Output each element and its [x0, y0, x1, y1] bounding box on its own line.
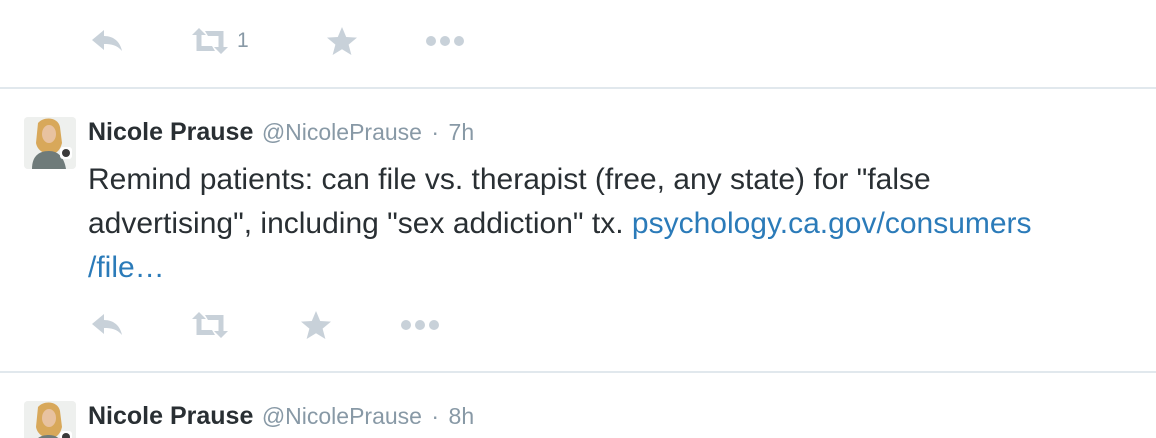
tweet-text-line: advertising", including "sex addiction" … — [88, 202, 1148, 246]
reply-button[interactable] — [90, 310, 124, 340]
tweet-actions — [0, 310, 600, 340]
tweet[interactable]: Nicole Prause @NicolePrause · 8h — [0, 373, 1156, 438]
avatar[interactable] — [24, 117, 76, 169]
retweet-button[interactable] — [190, 310, 230, 340]
favorite-icon — [327, 27, 357, 55]
tweet-link[interactable]: psychology.ca.gov/consumers — [632, 207, 1032, 240]
timeline: 1 Nicole Prause @NicolePrause · 7h Remin… — [0, 0, 1156, 438]
favorite-button[interactable] — [300, 310, 332, 340]
author-name[interactable]: Nicole Prause — [88, 118, 253, 146]
tweet-timestamp[interactable]: 7h — [449, 119, 475, 145]
more-button[interactable] — [425, 26, 465, 56]
more-icon — [401, 320, 439, 330]
tweet-header: Nicole Prause @NicolePrause · 8h — [88, 401, 474, 435]
more-button[interactable] — [400, 310, 440, 340]
tweet-text-segment: advertising", including "sex addiction" … — [88, 207, 632, 240]
tweet-text-line: Remind patients: can file vs. therapist … — [88, 163, 931, 196]
separator-dot: · — [431, 403, 440, 429]
author-name[interactable]: Nicole Prause — [88, 402, 253, 430]
retweet-icon — [192, 312, 228, 338]
tweet[interactable]: Nicole Prause @NicolePrause · 7h Remind … — [0, 89, 1156, 371]
retweet-count: 1 — [237, 29, 249, 52]
favorite-icon — [301, 311, 331, 339]
avatar-photo — [24, 401, 76, 438]
tweet-text-line: /file… — [88, 246, 1148, 290]
avatar[interactable] — [24, 401, 76, 438]
avatar-photo — [24, 117, 76, 169]
tweet-timestamp[interactable]: 8h — [449, 403, 475, 429]
tweet-header: Nicole Prause @NicolePrause · 7h — [88, 117, 474, 151]
more-icon — [426, 36, 464, 46]
tweet-text: Remind patients: can file vs. therapist … — [88, 158, 1148, 290]
reply-icon — [92, 314, 122, 335]
author-handle[interactable]: @NicolePrause — [262, 119, 422, 145]
tweet-actions: 1 — [0, 26, 600, 56]
tweet-link-continued[interactable]: /file… — [88, 251, 165, 284]
reply-icon — [92, 30, 122, 51]
favorite-button[interactable] — [326, 26, 358, 56]
author-handle[interactable]: @NicolePrause — [262, 403, 422, 429]
retweet-icon — [192, 28, 228, 54]
separator-dot: · — [431, 119, 440, 145]
reply-button[interactable] — [90, 26, 124, 56]
retweet-button[interactable]: 1 — [190, 26, 249, 56]
